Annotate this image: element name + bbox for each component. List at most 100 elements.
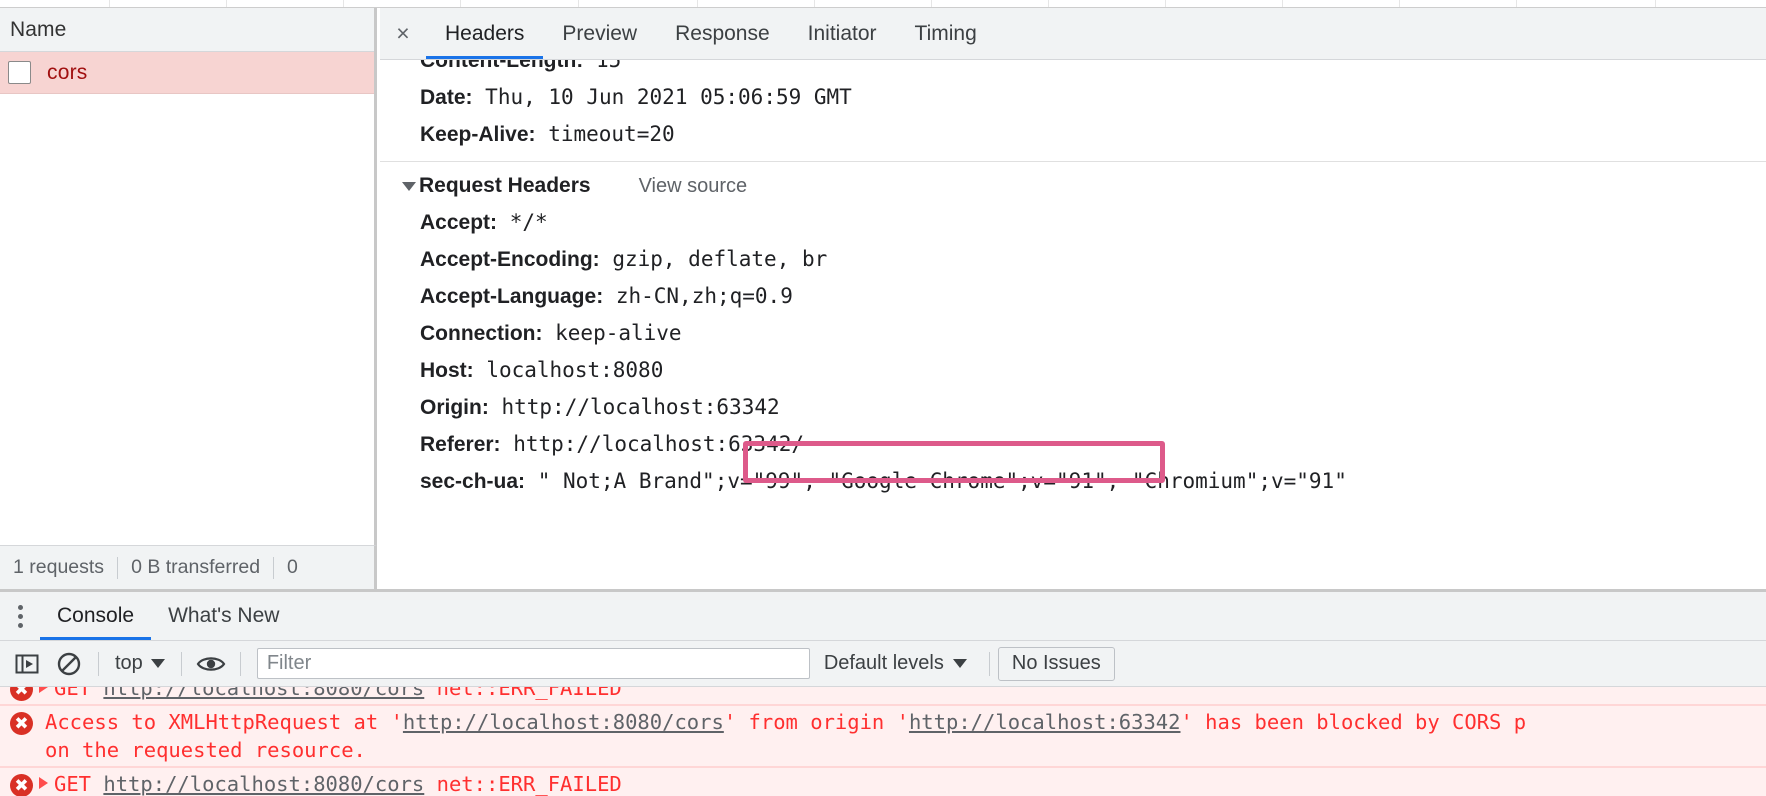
console-message-row[interactable]: ✖ GET http://localhost:8080/cors net::ER… xyxy=(0,767,1766,796)
header-key: Connection: xyxy=(420,322,543,345)
header-row-origin: Origin: http://localhost:63342 xyxy=(380,389,1766,426)
tab-response[interactable]: Response xyxy=(656,8,789,59)
chevron-down-icon xyxy=(952,659,967,668)
header-key: Content-Length: xyxy=(420,60,584,72)
console-message-row[interactable]: ✖ GET http://localhost:8080/cors net::ER… xyxy=(0,687,1766,705)
error-icon: ✖ xyxy=(10,687,33,701)
network-list-header: Name xyxy=(0,8,374,52)
network-table-column-headers-clipped xyxy=(0,0,1766,8)
header-value: localhost:8080 xyxy=(486,358,664,382)
header-value: " Not;A Brand";v="99", "Google Chrome";v… xyxy=(537,469,1347,493)
header-row-sec-ch-ua: sec-ch-ua: " Not;A Brand";v="99", "Googl… xyxy=(380,463,1766,500)
console-message-text: GET http://localhost:8080/cors net::ERR_… xyxy=(54,772,622,796)
header-row-keep-alive: Keep-Alive: timeout=20 xyxy=(380,116,1766,153)
console-toolbar: top Filter Default levels No Issues xyxy=(0,641,1766,687)
execution-context-value: top xyxy=(115,652,143,674)
tab-timing[interactable]: Timing xyxy=(896,8,996,59)
header-row-date: Date: Thu, 10 Jun 2021 05:06:59 GMT xyxy=(380,79,1766,116)
header-value: gzip, deflate, br xyxy=(612,247,828,271)
close-icon[interactable]: × xyxy=(380,8,426,59)
kebab-menu-icon[interactable] xyxy=(0,592,40,640)
error-icon: ✖ xyxy=(10,712,33,735)
network-request-list-panel: Name cors xyxy=(0,8,377,545)
kebab-dot xyxy=(17,613,23,619)
section-divider xyxy=(380,161,1766,162)
devtools-window: Name cors 1 requests 0 B transferred 0 ×… xyxy=(0,0,1766,796)
header-row-accept-language: Accept-Language: zh-CN,zh;q=0.9 xyxy=(380,278,1766,315)
log-levels-label: Default levels xyxy=(823,652,944,674)
header-key: Keep-Alive: xyxy=(420,123,536,146)
status-transferred: 0 B transferred xyxy=(131,556,261,578)
log-levels-selector[interactable]: Default levels xyxy=(810,652,981,675)
network-list-empty-area xyxy=(0,94,374,498)
kebab-dot xyxy=(17,604,23,610)
tab-headers[interactable]: Headers xyxy=(426,8,544,59)
console-message-list[interactable]: ✖ GET http://localhost:8080/cors net::ER… xyxy=(0,687,1766,796)
request-checkbox[interactable] xyxy=(8,61,31,84)
header-row-accept-encoding: Accept-Encoding: gzip, deflate, br xyxy=(380,241,1766,278)
chevron-down-icon xyxy=(150,659,165,668)
tab-preview[interactable]: Preview xyxy=(543,8,656,59)
console-message-row[interactable]: ✖ Access to XMLHttpRequest at 'http://lo… xyxy=(0,705,1766,767)
header-row-accept: Accept: */* xyxy=(380,204,1766,241)
toolbar-divider-3 xyxy=(239,651,241,676)
console-message-text: Access to XMLHttpRequest at 'http://loca… xyxy=(45,710,1527,734)
header-value: http://localhost:63342/ xyxy=(513,432,804,456)
header-value: keep-alive xyxy=(555,321,682,345)
header-key: Date: xyxy=(420,86,473,109)
header-key: Accept: xyxy=(420,211,498,234)
header-row-content-length: Content-Length: 15 xyxy=(380,60,1766,79)
toolbar-divider-1 xyxy=(98,651,99,676)
console-link[interactable]: http://localhost:8080/cors xyxy=(103,687,424,700)
details-tabbar: × Headers Preview Response Initiator Tim… xyxy=(380,8,1766,60)
expand-arrow-icon[interactable] xyxy=(39,777,48,789)
console-message-second-line: on the requested resource. xyxy=(45,738,366,762)
header-row-connection: Connection: keep-alive xyxy=(380,315,1766,352)
header-value: http://localhost:63342 xyxy=(501,395,780,419)
header-key: Accept-Language: xyxy=(420,285,604,308)
header-key: sec-ch-ua: xyxy=(420,470,526,493)
filter-input[interactable]: Filter xyxy=(256,648,810,679)
toolbar-divider-2 xyxy=(180,651,182,676)
headers-scroll-area[interactable]: Content-Length: 15 Date: Thu, 10 Jun 202… xyxy=(380,60,1766,544)
request-name-label: cors xyxy=(47,60,88,84)
kebab-dot xyxy=(17,622,23,628)
header-row-referer: Referer: http://localhost:63342/ xyxy=(380,426,1766,463)
console-message-text: GET http://localhost:8080/cors net::ERR_… xyxy=(54,687,622,700)
request-headers-section-toggle[interactable]: Request Headers View source xyxy=(380,168,1766,204)
execution-context-selector[interactable]: top xyxy=(107,652,173,675)
tab-console[interactable]: Console xyxy=(40,592,152,640)
header-key: Host: xyxy=(420,359,474,382)
console-link[interactable]: http://localhost:8080/cors xyxy=(103,772,424,796)
header-key: Accept-Encoding: xyxy=(420,248,600,271)
error-icon: ✖ xyxy=(10,774,33,796)
request-headers-title: Request Headers xyxy=(419,174,591,197)
header-row-host: Host: localhost:8080 xyxy=(380,352,1766,389)
header-value: */* xyxy=(509,210,548,234)
status-requests-count: 1 requests xyxy=(13,556,105,578)
status-resources: 0 xyxy=(287,556,298,578)
drawer-tabbar: Console What's New xyxy=(0,592,1766,641)
column-header-name[interactable]: Name xyxy=(0,18,66,42)
live-expression-icon[interactable] xyxy=(190,643,232,685)
header-value: zh-CN,zh;q=0.9 xyxy=(615,284,793,308)
tab-whats-new[interactable]: What's New xyxy=(151,592,296,640)
view-source-link[interactable]: View source xyxy=(639,175,748,198)
toolbar-divider-4 xyxy=(988,651,990,676)
request-details-panel: × Headers Preview Response Initiator Tim… xyxy=(380,8,1766,545)
header-value: timeout=20 xyxy=(548,122,675,146)
console-drawer: Console What's New top Filter Default le… xyxy=(0,589,1766,796)
clear-console-icon[interactable] xyxy=(48,643,90,685)
header-value: Thu, 10 Jun 2021 05:06:59 GMT xyxy=(485,85,852,109)
expand-arrow-icon[interactable] xyxy=(39,687,48,693)
header-value: 15 xyxy=(595,60,622,72)
issues-button[interactable]: No Issues xyxy=(997,646,1115,681)
tab-initiator[interactable]: Initiator xyxy=(789,8,896,59)
console-link[interactable]: http://localhost:63342 xyxy=(909,710,1181,734)
header-key: Referer: xyxy=(420,433,501,456)
chevron-down-icon[interactable] xyxy=(402,181,416,191)
network-request-row-cors[interactable]: cors xyxy=(0,52,374,94)
header-key: Origin: xyxy=(420,396,489,419)
console-link[interactable]: http://localhost:8080/cors xyxy=(403,710,724,734)
console-sidebar-icon[interactable] xyxy=(6,643,48,685)
